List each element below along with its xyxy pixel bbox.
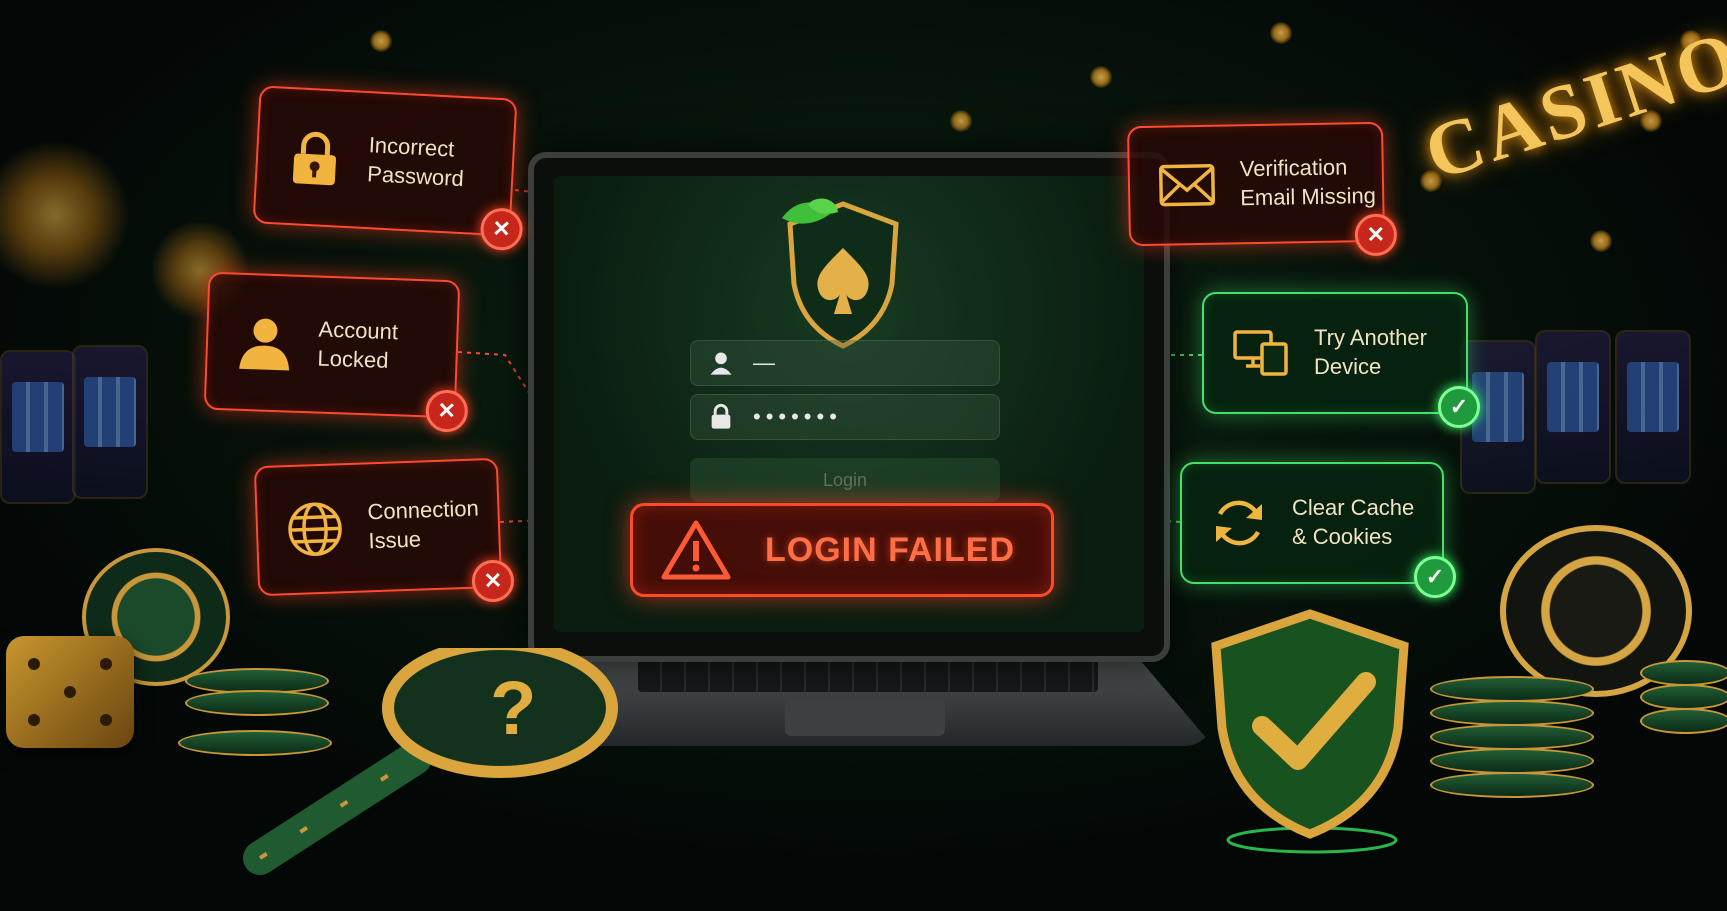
verified-shield-icon xyxy=(1211,609,1409,854)
card-line2: Device xyxy=(1314,354,1382,379)
chip-stack xyxy=(1430,748,1594,774)
login-button[interactable]: Login xyxy=(690,458,1000,502)
spade-shield-logo xyxy=(782,198,899,349)
problem-card-account-locked: Account Locked ✕ xyxy=(203,271,469,433)
chip-stack xyxy=(1640,660,1727,686)
card-line2: Locked xyxy=(317,345,389,373)
login-failed-banner: LOGIN FAILED xyxy=(630,503,1054,597)
problem-card-verification-email: Verification Email Missing ✕ xyxy=(1126,121,1398,257)
magnifier-question-icon: ? xyxy=(243,648,618,875)
lock-icon xyxy=(292,131,337,186)
lock-icon xyxy=(711,403,731,429)
solution-card-try-another-device: Try Another Device ✓ xyxy=(1202,292,1480,428)
chip-stack xyxy=(1430,772,1594,798)
laptop-trackpad xyxy=(785,700,945,736)
username-value: — xyxy=(753,350,780,375)
card-line1: Clear Cache xyxy=(1292,495,1415,521)
problem-card-incorrect-password: Incorrect Password ✕ xyxy=(252,85,524,252)
solution-card-clear-cache: Clear Cache & Cookies ✓ xyxy=(1180,462,1456,598)
card-line1: Connection xyxy=(367,495,480,525)
dice-icon xyxy=(6,636,134,748)
card-line2: Password xyxy=(366,161,465,192)
card-line2: Email Missing xyxy=(1240,182,1377,211)
check-icon: ✓ xyxy=(1414,556,1456,598)
chip-stack xyxy=(1640,708,1727,734)
chip-stack xyxy=(1430,676,1594,702)
problem-card-connection-issue: Connection Issue ✕ xyxy=(253,457,515,603)
svg-text:?: ? xyxy=(490,666,536,751)
laptop-keyboard xyxy=(638,658,1098,692)
password-field[interactable]: ••••••• xyxy=(690,394,1000,440)
card-line1: Try Another xyxy=(1314,325,1427,351)
envelope-icon xyxy=(1158,164,1216,207)
refresh-icon xyxy=(1216,500,1262,546)
devices-icon xyxy=(1233,330,1288,376)
globe-icon xyxy=(288,502,342,556)
card-line1: Verification xyxy=(1239,154,1348,182)
card-line2: Issue xyxy=(368,526,422,554)
password-value: ••••••• xyxy=(753,404,842,429)
card-line2: & Cookies xyxy=(1292,524,1393,549)
chip-stack xyxy=(1430,724,1594,750)
username-field[interactable]: — xyxy=(690,340,1000,386)
chip-stack xyxy=(1430,700,1594,726)
card-line1: Account xyxy=(318,316,399,345)
user-icon xyxy=(710,352,732,375)
check-icon: ✓ xyxy=(1438,386,1480,428)
warning-icon xyxy=(661,520,731,580)
user-icon xyxy=(239,318,290,371)
login-failed-text: LOGIN FAILED xyxy=(765,530,1015,569)
chip-stack xyxy=(1640,684,1727,710)
